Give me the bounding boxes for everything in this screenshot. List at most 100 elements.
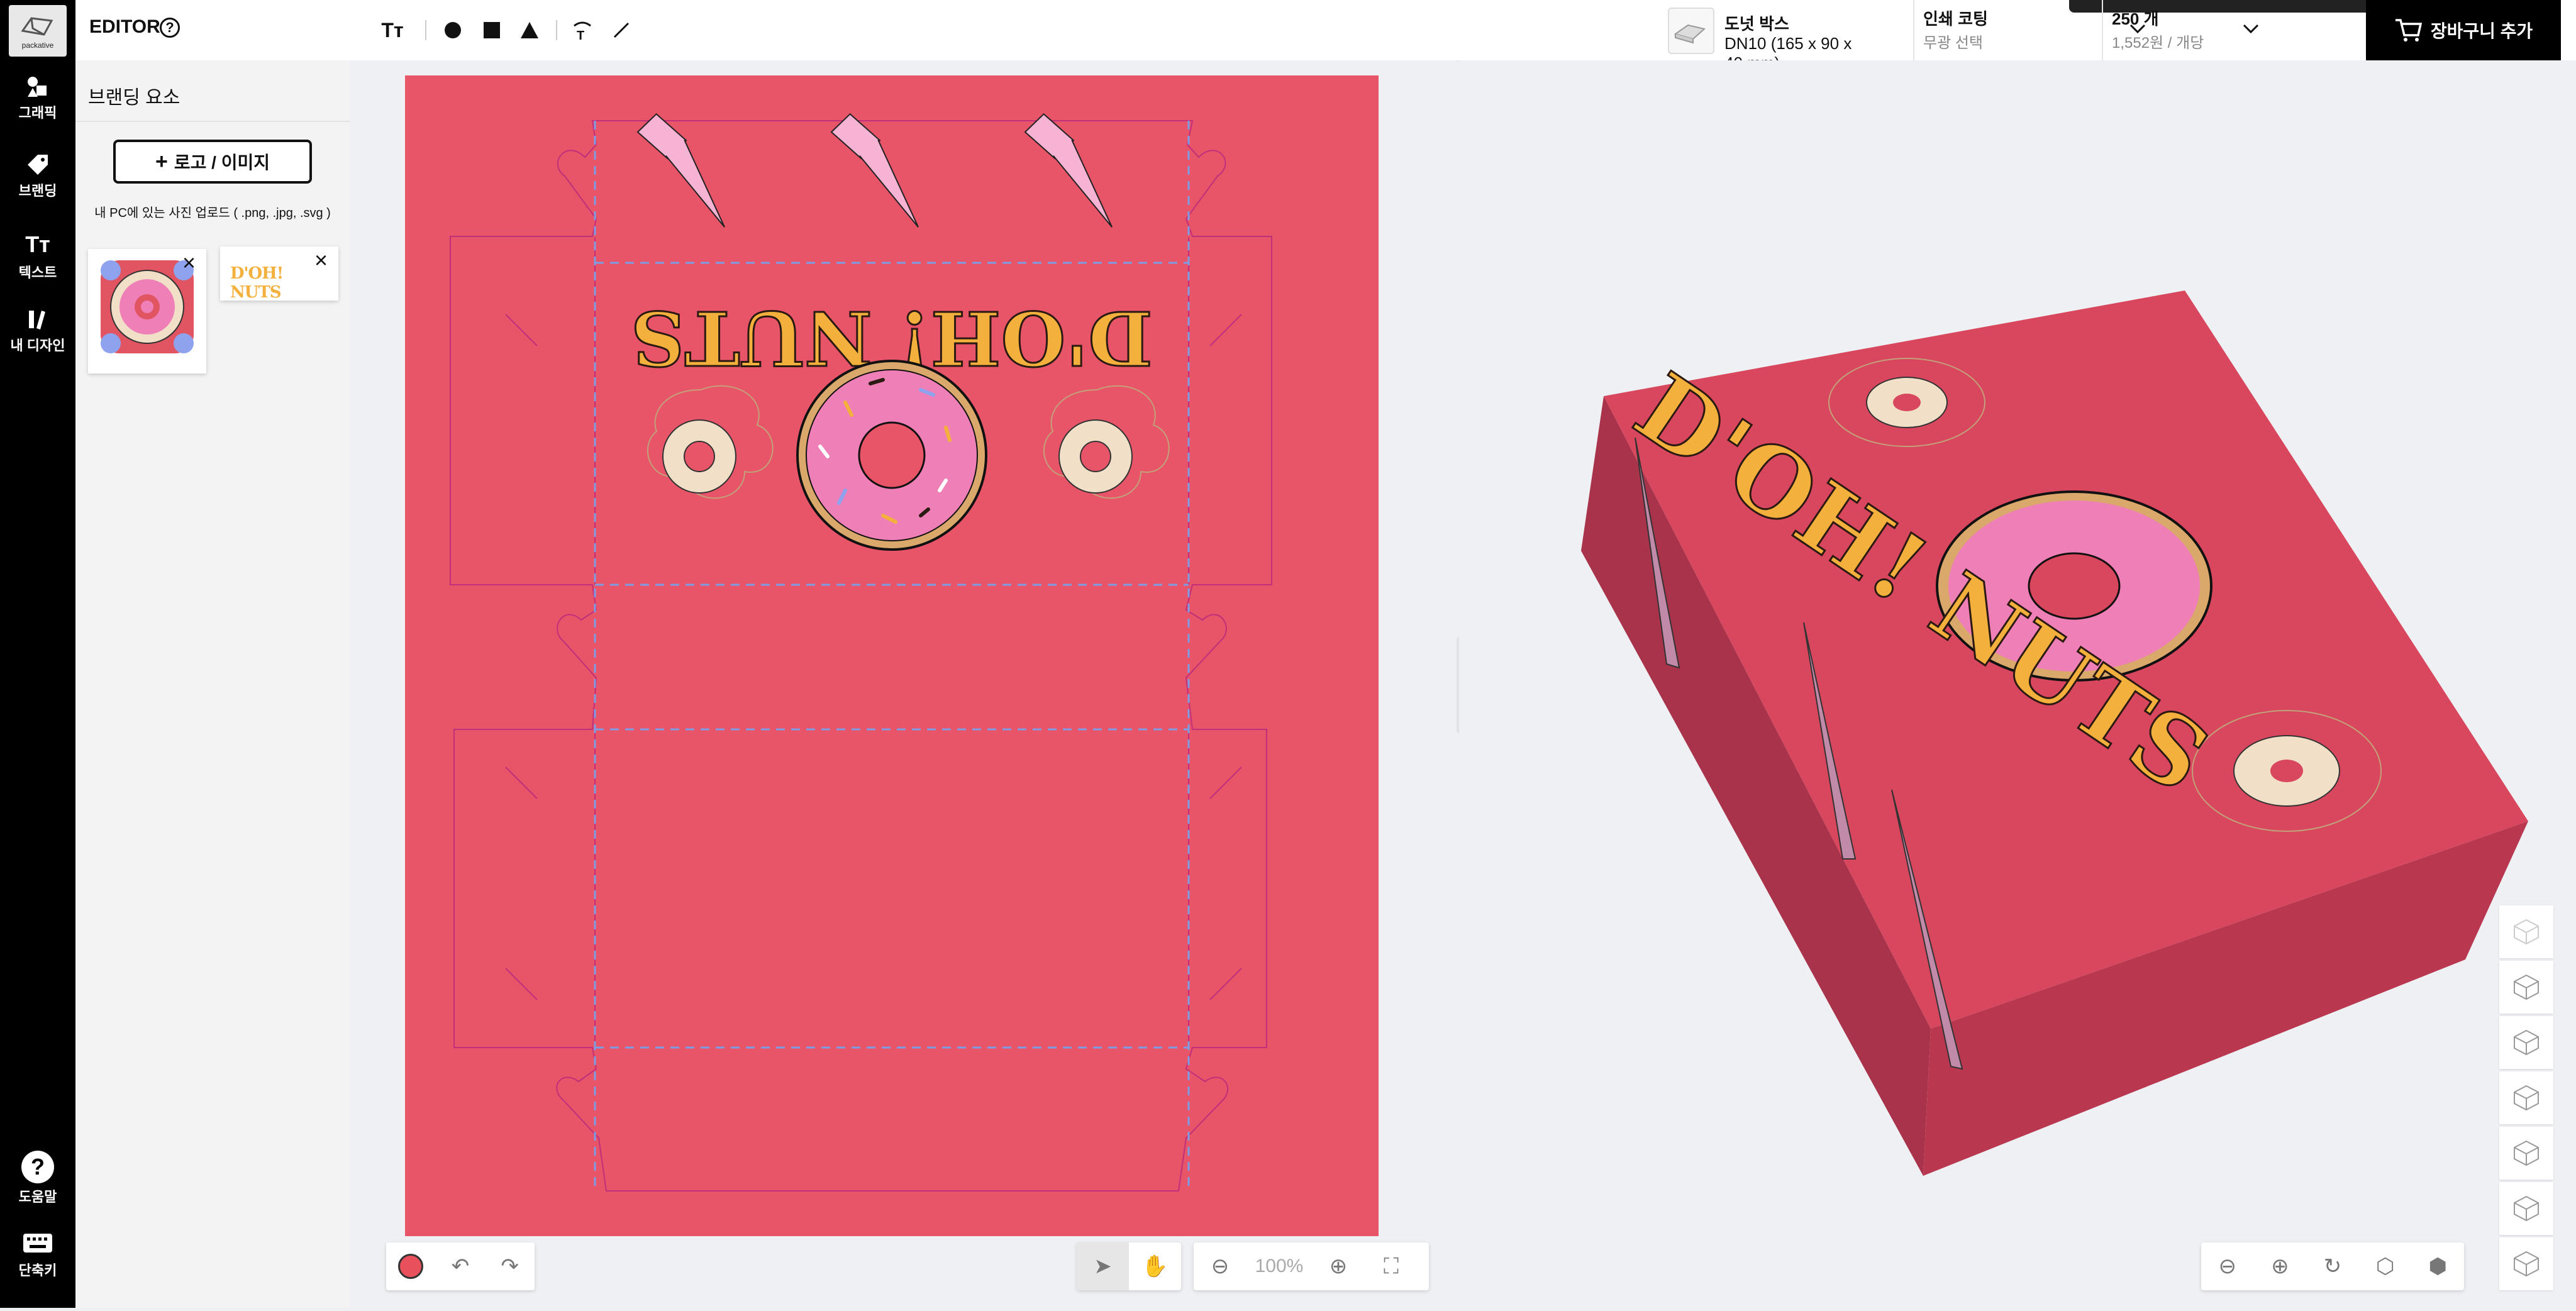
nav-item-text[interactable]: Tт 텍스트	[0, 230, 75, 282]
3d-reset-button[interactable]: ↻	[2306, 1242, 2359, 1290]
curved-text-tool-icon[interactable]: T	[566, 15, 599, 45]
upload-hint: 내 PC에 있는 사진 업로드 ( .png, .jpg, .svg )	[94, 206, 331, 220]
fullscreen-button[interactable]: ⛶	[1365, 1242, 1418, 1290]
design-icon	[29, 311, 45, 329]
refresh-icon: ↻	[2323, 1254, 2342, 1278]
panel-title: 브랜딩 요소	[88, 87, 180, 108]
cube-front-icon	[2514, 974, 2539, 1000]
nav-item-my-design[interactable]: 내 디자인	[0, 307, 75, 355]
triangle-tool-icon[interactable]	[513, 15, 546, 45]
zoom-level: 100%	[1255, 1256, 1304, 1276]
toolbar-divider	[556, 20, 557, 40]
undo-button[interactable]: ↶	[436, 1242, 486, 1290]
remove-image-icon[interactable]: ×	[314, 249, 328, 272]
color-swatch-button[interactable]	[386, 1242, 436, 1290]
dieline-canvas[interactable]: D'OH! NUTS	[405, 75, 1379, 1236]
view-angle-option[interactable]	[2499, 1071, 2553, 1124]
svg-text:T: T	[577, 29, 584, 41]
add-to-cart-label: 장바구니 추가	[2430, 21, 2533, 41]
cube-top-icon	[2514, 1140, 2539, 1166]
3d-preview-area: D'OH! NUTS ⊖ ⊕ ↻ ⬡ ⬢	[1459, 60, 2576, 1308]
3d-box-preview[interactable]: D'OH! NUTS	[1459, 60, 2576, 1308]
remove-image-icon[interactable]: ×	[182, 252, 196, 274]
help-icon: ?	[21, 1151, 54, 1183]
cube-right-icon	[2514, 1085, 2539, 1111]
editor-help-icon[interactable]: ?	[160, 18, 180, 38]
brand-logo-text: packative	[21, 41, 54, 50]
cube-outline-icon	[2514, 919, 2539, 945]
product-selector[interactable]: 도넛 박스 DN10 (165 x 90 x 40 mm)	[1664, 4, 1853, 72]
view-angle-option[interactable]	[2499, 961, 2553, 1014]
product-thumbnail	[1668, 8, 1714, 54]
upload-logo-label: 로고 / 이미지	[174, 153, 270, 172]
canvas-history-toolbar: ↶ ↷	[386, 1242, 535, 1290]
redo-button[interactable]: ↷	[485, 1242, 535, 1290]
pan-mode-button[interactable]: ✋	[1129, 1242, 1181, 1290]
unit-price: 1,552원 / 개당	[2112, 35, 2204, 52]
square-tool-icon[interactable]	[475, 15, 508, 45]
print-area-background	[405, 75, 1379, 1236]
zoom-in-icon: ⊕	[2271, 1254, 2289, 1278]
3d-open-box-button[interactable]: ⬢	[2411, 1242, 2464, 1290]
3d-donut-top	[1828, 358, 1985, 447]
zoom-in-icon: ⊕	[1329, 1254, 1348, 1278]
view-angle-option[interactable]	[2499, 1237, 2553, 1290]
canvas-zoom-toolbar: ⊖ 100% ⊕ ⛶	[1194, 1242, 1429, 1290]
canvas-mode-toolbar: ➤ ✋	[1077, 1242, 1181, 1290]
nav-shortcut[interactable]: 단축키	[0, 1232, 75, 1280]
box-icon: ⬡	[2375, 1254, 2395, 1278]
shapes-icon	[28, 77, 47, 97]
add-to-cart-button[interactable]: 장바구니 추가	[2366, 0, 2561, 60]
view-angle-option[interactable]	[2499, 1182, 2553, 1235]
left-nav: packative 그래픽 브랜딩 Tт 텍스트 내 디자인 ? 도움말 단축키	[0, 0, 75, 1308]
text-icon: Tт	[25, 231, 50, 257]
nav-item-label: 그래픽	[18, 105, 57, 121]
coating-value: 무광 선택	[1923, 35, 1983, 52]
text-tool-icon[interactable]: Tт	[377, 15, 408, 45]
nav-item-graphic[interactable]: 그래픽	[0, 74, 75, 122]
top-bar: EDITOR ? Tт T 도넛 박스 DN10 (165 x 90 x 40 …	[75, 0, 2576, 72]
3d-box-view-button[interactable]: ⬡	[2359, 1242, 2412, 1290]
uploaded-text-logo-thumb[interactable]: D'OH! NUTS ×	[220, 246, 338, 302]
quantity-select[interactable]: 250 개 1,552원 / 개당	[2102, 0, 2292, 60]
chevron-down-icon	[2241, 19, 2260, 40]
center-donut	[796, 360, 987, 551]
brand-logo[interactable]: packative	[9, 5, 67, 57]
uploaded-image-thumb[interactable]: ×	[88, 249, 206, 373]
nav-shortcut-label: 단축키	[18, 1263, 57, 1278]
select-mode-button[interactable]: ➤	[1077, 1242, 1129, 1290]
3d-zoom-out-button[interactable]: ⊖	[2201, 1242, 2254, 1290]
zoom-out-icon: ⊖	[2218, 1254, 2237, 1278]
hand-icon: ✋	[1141, 1254, 1169, 1278]
3d-zoom-in-button[interactable]: ⊕	[2254, 1242, 2307, 1290]
upload-logo-button[interactable]: + 로고 / 이미지	[113, 140, 312, 184]
nav-item-branding[interactable]: 브랜딩	[0, 152, 75, 200]
quantity-title: 250 개	[2112, 9, 2159, 28]
zoom-in-button[interactable]: ⊕	[1312, 1242, 1365, 1290]
zoom-out-icon: ⊖	[1211, 1254, 1230, 1278]
line-tool-icon[interactable]	[605, 15, 638, 45]
redo-icon: ↷	[501, 1254, 519, 1278]
nav-item-label: 브랜딩	[18, 183, 57, 199]
coating-title: 인쇄 코팅	[1923, 9, 1988, 28]
zoom-out-button[interactable]: ⊖	[1194, 1242, 1246, 1290]
nav-help-label: 도움말	[18, 1189, 57, 1205]
editor-title: EDITOR	[89, 16, 160, 37]
product-name: 도넛 박스	[1724, 14, 1789, 33]
pointer-icon: ➤	[1094, 1254, 1112, 1278]
fullscreen-icon: ⛶	[1384, 1254, 1399, 1278]
view-angle-option[interactable]	[2499, 1127, 2553, 1180]
panel-divider	[75, 121, 350, 122]
view-angle-option[interactable]	[2499, 1016, 2553, 1069]
3d-view-toolbar: ⊖ ⊕ ↻ ⬡ ⬢	[2201, 1242, 2464, 1290]
cube-back-icon	[2514, 1195, 2539, 1222]
branding-panel: 브랜딩 요소 + 로고 / 이미지 내 PC에 있는 사진 업로드 ( .png…	[75, 60, 351, 1308]
color-swatch	[398, 1254, 424, 1279]
view-angle-option[interactable]	[2499, 905, 2553, 958]
keyboard-icon	[23, 1234, 52, 1253]
cube-left-icon	[2514, 1029, 2539, 1056]
tag-icon	[28, 155, 48, 175]
nav-item-label: 텍스트	[18, 265, 57, 280]
circle-tool-icon[interactable]	[436, 15, 469, 45]
nav-help[interactable]: ? 도움말	[0, 1151, 75, 1206]
